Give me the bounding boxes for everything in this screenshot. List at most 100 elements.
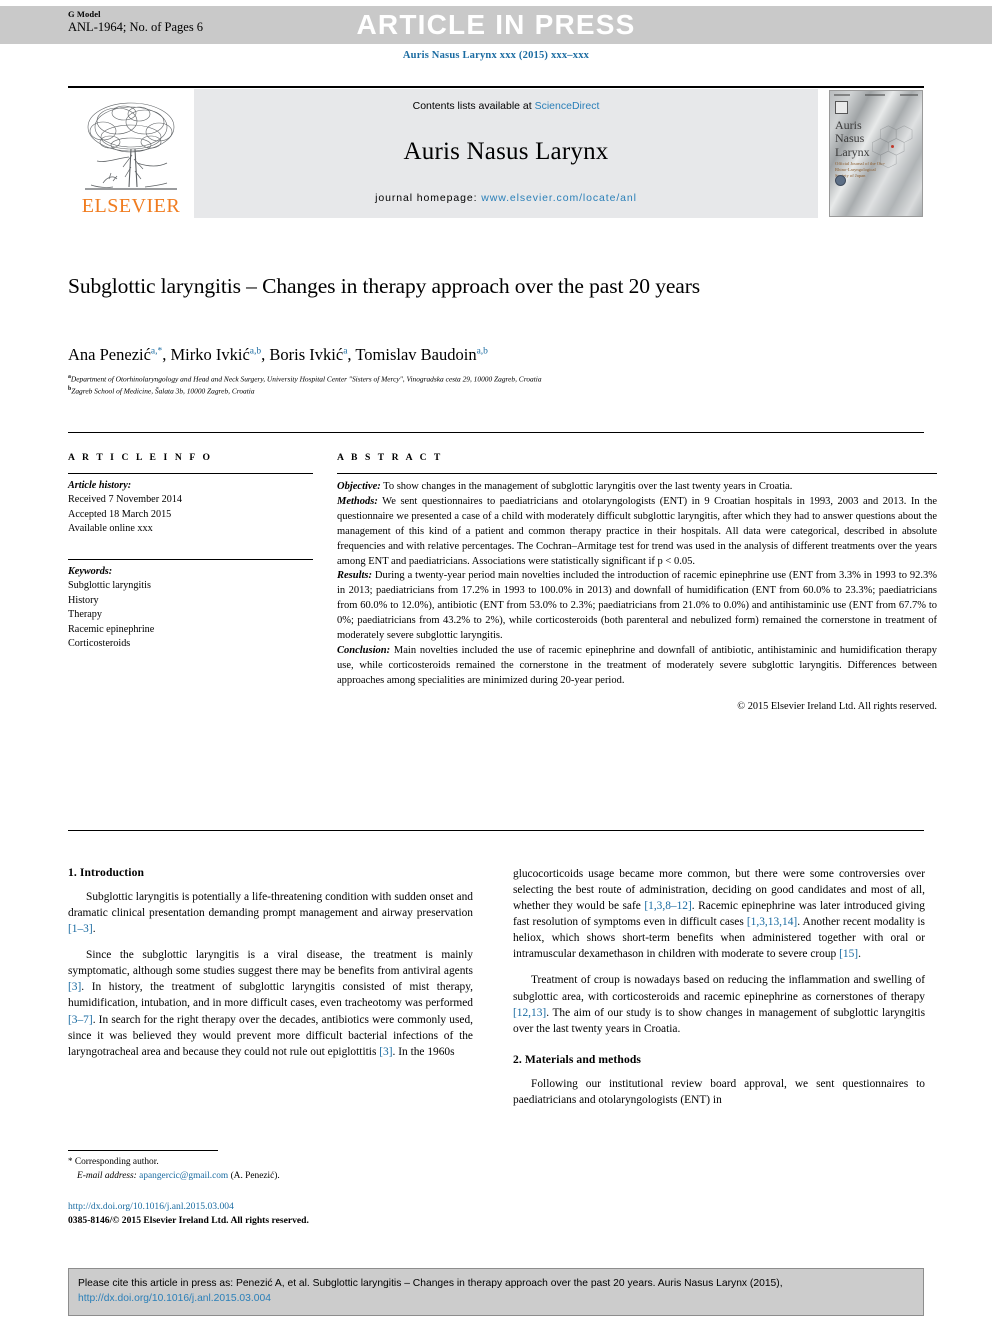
cover-art: Auris Nasus Larynx Official Journal of t… <box>829 90 923 217</box>
author-affil-mark: a,b <box>249 346 262 357</box>
email-link[interactable]: apangercic@gmail.com <box>139 1171 228 1181</box>
abstract-section-text: During a twenty-year period main novelti… <box>337 570 937 642</box>
body-column-left: 1. Introduction Subglottic laryngitis is… <box>68 866 473 1060</box>
section-heading-introduction: 1. Introduction <box>68 866 145 879</box>
journal-homepage-line: journal homepage: www.elsevier.com/locat… <box>375 192 637 204</box>
text-run: Subglottic laryngitis is potentially a l… <box>68 891 473 920</box>
cover-title-line3: Larynx <box>835 144 870 159</box>
citation-ref[interactable]: [1–3] <box>68 923 93 935</box>
article-history-block: Article history: Received 7 November 201… <box>68 479 313 537</box>
elsevier-wordmark: ELSEVIER <box>81 195 181 217</box>
citation-ref[interactable]: [3–7] <box>68 1014 93 1026</box>
abstract-heading: A B S T R A C T <box>337 452 443 463</box>
cite-doi-link[interactable]: http://dx.doi.org/10.1016/j.anl.2015.03.… <box>78 1293 271 1304</box>
text-run: . <box>858 948 861 961</box>
affiliation-text: Zagreb School of Medicine, Šalata 3b, 10… <box>71 386 255 396</box>
issn-copyright-line: 0385-8146/© 2015 Elsevier Ireland Ltd. A… <box>68 1215 309 1227</box>
citation-ref[interactable]: [3] <box>68 981 81 993</box>
paragraph: glucocorticoids usage became more common… <box>513 866 925 962</box>
sciencedirect-link[interactable]: ScienceDirect <box>535 100 600 112</box>
abstract-section-text: We sent questionnaires to paediatricians… <box>337 495 937 567</box>
abstract-section-text: Main novelties included the use of racem… <box>337 644 937 686</box>
keyword-item: Therapy <box>68 609 102 621</box>
cover-title-line1: Auris <box>835 118 862 132</box>
abstract-section-label: Methods: <box>337 495 378 507</box>
keywords-list: Keywords: Subglottic laryngitis History … <box>68 565 313 652</box>
corresponding-author-line: * Corresponding author. <box>68 1155 478 1169</box>
cover-title-line2: Nasus <box>835 131 865 146</box>
article-info-rule <box>68 473 313 474</box>
abstract-section: Conclusion: Main novelties included the … <box>337 644 937 689</box>
abstract-rule <box>337 473 937 474</box>
paragraph: Subglottic laryngitis is potentially a l… <box>68 889 473 937</box>
citation-ref[interactable]: [15] <box>839 948 858 960</box>
doi-block: http://dx.doi.org/10.1016/j.anl.2015.03.… <box>68 1200 478 1229</box>
citation-ref[interactable]: [12,13] <box>513 1007 546 1019</box>
article-info-heading: A R T I C L E I N F O <box>68 452 213 463</box>
history-item: Received 7 November 2014 <box>68 494 183 506</box>
footnote-rule <box>68 1150 218 1151</box>
text-run: Following our institutional review board… <box>513 1077 925 1106</box>
homepage-prefix: journal homepage: <box>375 192 482 204</box>
doi-link[interactable]: http://dx.doi.org/10.1016/j.anl.2015.03.… <box>68 1200 478 1214</box>
keyword-item: Corticosteroids <box>68 638 131 650</box>
journal-title: Auris Nasus Larynx <box>403 138 609 165</box>
contents-panel: Contents lists available at ScienceDirec… <box>194 89 818 218</box>
history-item: Available online xxx <box>68 523 153 535</box>
text-run: . In the 1960s <box>392 1045 455 1058</box>
divider-above-abstract <box>68 432 924 433</box>
author-entry: Boris Ivkića, <box>269 345 355 364</box>
author-entry: Ana Penezića,*, <box>68 345 171 364</box>
author-name: Boris Ivkić <box>269 345 344 364</box>
author-entry: Mirko Ivkića,b, <box>171 345 270 364</box>
contents-prefix: Contents lists available at <box>412 100 535 112</box>
keyword-item: Subglottic laryngitis <box>68 580 151 592</box>
paragraph: Treatment of croup is nowadays based on … <box>513 972 925 1036</box>
citation-ref[interactable]: [1,3,13,14] <box>747 916 797 928</box>
author-affil-mark: a, <box>150 346 158 357</box>
author-name: Tomislav Baudoin <box>355 345 477 364</box>
cite-text: Please cite this article in press as: Pe… <box>78 1276 914 1307</box>
journal-reference: Auris Nasus Larynx xxx (2015) xxx–xxx <box>402 50 590 61</box>
cover-title: Auris Nasus Larynx <box>835 118 870 159</box>
author-affil-mark: a,b <box>476 346 488 357</box>
keyword-item: Racemic epinephrine <box>68 623 155 635</box>
paragraph: Since the subglottic laryngitis is a vir… <box>68 947 473 1060</box>
email-line: E-mail address: apangercic@gmail.com (A.… <box>68 1169 478 1183</box>
text-run: . In history, the treatment of subglotti… <box>68 981 473 1010</box>
abstract-section-text: To show changes in the management of sub… <box>380 481 793 492</box>
text-run: Since the subglottic laryngitis is a vir… <box>68 949 473 978</box>
article-info-column: A R T I C L E I N F O Article history: R… <box>68 452 313 652</box>
homepage-link[interactable]: www.elsevier.com/locate/anl <box>481 192 637 204</box>
footnote-block: * Corresponding author. E-mail address: … <box>68 1155 478 1183</box>
abstract-section-label: Results: <box>337 570 373 582</box>
abstract-body: Objective: To show changes in the manage… <box>337 480 937 714</box>
keywords-label: Keywords: <box>68 565 113 577</box>
corresponding-author-text: Corresponding author. <box>72 1157 159 1167</box>
text-run: . The aim of our study is to show change… <box>513 1006 925 1035</box>
journal-cover-thumbnail[interactable]: Auris Nasus Larynx Official Journal of t… <box>828 89 924 218</box>
journal-masthead: ELSEVIER Contents lists available at Sci… <box>68 89 924 218</box>
affiliation-text: Department of Otorhinolaryngology and He… <box>70 374 542 384</box>
body-column-right: glucocorticoids usage became more common… <box>513 866 925 1108</box>
abstract-copyright: © 2015 Elsevier Ireland Ltd. All rights … <box>737 700 937 712</box>
elsevier-logo[interactable]: ELSEVIER <box>68 89 194 218</box>
affiliation-item: aDepartment of Otorhinolaryngology and H… <box>68 373 938 385</box>
keyword-item: History <box>68 594 99 606</box>
abstract-section-label: Objective: <box>337 481 381 492</box>
email-attribution: (A. Penezić). <box>228 1171 280 1182</box>
paragraph: Following our institutional review board… <box>513 1076 925 1108</box>
cover-seal-icon <box>835 175 846 186</box>
cover-accent-dot-icon <box>891 145 894 148</box>
divider-below-abstract <box>68 830 924 831</box>
author-sep: , <box>162 345 171 364</box>
author-entry: Tomislav Baudoina,b <box>355 345 488 364</box>
article-page: G Model ANL-1964; No. of Pages 6 ARTICLE… <box>0 0 992 1323</box>
history-item: Accepted 18 March 2015 <box>68 508 172 520</box>
keywords-block: Keywords: Subglottic laryngitis History … <box>68 558 313 652</box>
elsevier-tree-icon <box>85 102 177 190</box>
citation-ref[interactable]: [1,3,8–12] <box>644 900 691 912</box>
article-history-label: Article history: <box>68 480 132 491</box>
citation-ref[interactable]: [3] <box>379 1046 392 1058</box>
keywords-rule <box>68 558 313 560</box>
